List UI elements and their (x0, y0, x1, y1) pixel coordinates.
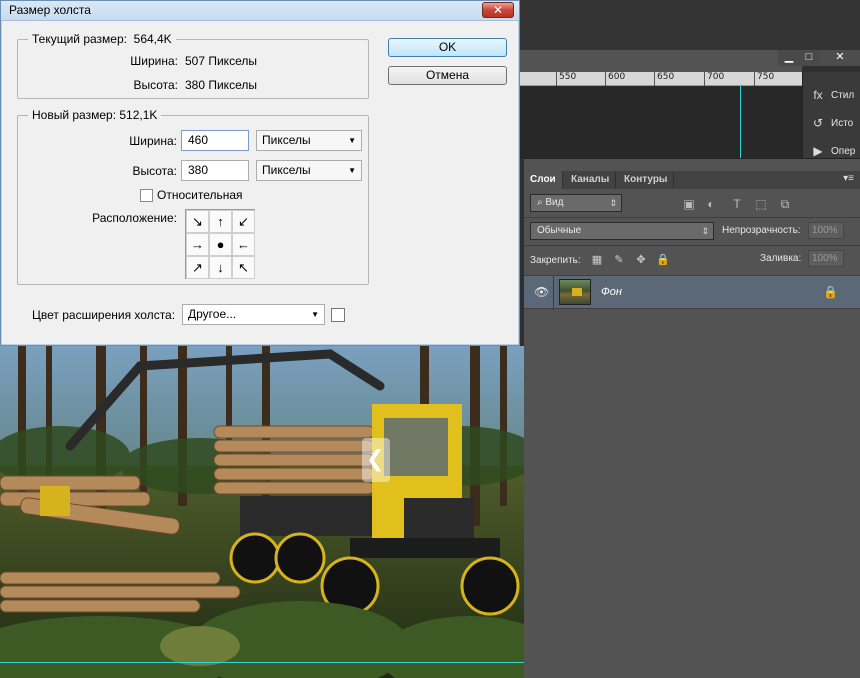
canvas-photo: ❮ (0, 346, 524, 678)
layer-filter-value: ⌕ Вид (537, 197, 564, 208)
chevron-down-icon: ▼ (311, 310, 319, 319)
width-unit-value: Пикселы (262, 133, 311, 147)
anchor-middle-right[interactable]: ← (232, 233, 255, 256)
eye-icon[interactable]: 👁 (534, 285, 549, 299)
minimize-button[interactable]: ▁ (778, 50, 800, 66)
actions-panel-label: Опер (831, 145, 856, 157)
vertical-guide (740, 86, 741, 158)
opacity-field[interactable]: 100% (808, 222, 844, 239)
styles-panel-button[interactable]: fx Стил (811, 84, 854, 106)
smart-object-filter-icon[interactable]: ⧉ (778, 197, 792, 211)
document-tab-bar (520, 50, 802, 72)
relative-checkbox[interactable] (140, 189, 153, 202)
tab-channels[interactable]: Каналы (565, 171, 617, 189)
current-size-value: 564,4K (133, 32, 172, 46)
dialog-titlebar[interactable]: Размер холста ✕ (1, 1, 519, 21)
height-input[interactable]: 380 (181, 160, 249, 181)
anchor-top-right[interactable]: ↙ (232, 210, 255, 233)
history-panel-button[interactable]: ↺ Исто (811, 112, 853, 134)
chevron-down-icon: ▼ (348, 166, 356, 175)
fill-field[interactable]: 100% (808, 250, 844, 267)
window-close-button[interactable]: ✕ (820, 50, 860, 66)
ruler-label: 550 (559, 72, 577, 82)
layer-thumbnail (559, 279, 591, 305)
new-height-label: Высота: (132, 164, 177, 178)
anchor-grid: ↘ ↑ ↙ → ● ← ↗ ↓ ↖ (185, 209, 255, 279)
current-height-value: 380 Пикселы (185, 78, 257, 92)
type-filter-icon[interactable]: T (730, 197, 744, 211)
dialog-title: Размер холста (9, 3, 91, 17)
lock-label: Закрепить: (530, 255, 581, 266)
updown-icon: ⇕ (701, 226, 709, 236)
tab-layers[interactable]: Слои (524, 171, 563, 189)
extension-color-value: Другое... (188, 307, 237, 321)
lock-all-icon[interactable]: 🔒 (656, 253, 670, 267)
layers-panel-tabs: Слои Каналы Контуры (524, 171, 860, 189)
adjustment-filter-icon[interactable]: ◐ (704, 197, 718, 211)
current-width-value: 507 Пикселы (185, 54, 257, 68)
ruler-label: 750 (757, 72, 775, 82)
opacity-label: Непрозрачность: (722, 225, 801, 236)
current-size-title: Текущий размер: 564,4K (28, 32, 176, 46)
layer-row-background[interactable]: 👁 Фон 🔒 (524, 275, 860, 310)
anchor-bottom-left[interactable]: ↗ (186, 256, 209, 279)
pixel-filter-icon[interactable]: ▣ (682, 197, 696, 211)
collapsed-panels: fx Стил ↺ Исто ▶ Опер (802, 72, 860, 158)
layer-name: Фон (601, 286, 622, 298)
lock-position-icon[interactable]: ✥ (634, 253, 648, 267)
extension-color-label: Цвет расширения холста: (32, 308, 176, 322)
current-height-label: Высота: (133, 78, 178, 92)
anchor-top-left[interactable]: ↘ (186, 210, 209, 233)
ruler-label: 600 (608, 72, 626, 82)
width-input[interactable]: 460 (181, 130, 249, 151)
dialog-close-button[interactable]: ✕ (482, 2, 514, 18)
new-width-label: Ширина: (129, 134, 177, 148)
canvas-pasteboard (520, 86, 802, 158)
styles-panel-label: Стил (831, 89, 855, 101)
shape-filter-icon[interactable]: ⬚ (754, 197, 768, 211)
anchor-label: Расположение: (92, 211, 177, 225)
ruler-label: 700 (707, 72, 725, 82)
maximize-button[interactable]: □ (798, 50, 820, 66)
anchor-top-center[interactable]: ↑ (209, 210, 232, 233)
ruler-label: 650 (657, 72, 675, 82)
layer-filter-select[interactable]: ⌕ Вид ⇕ (530, 194, 622, 212)
play-icon: ▶ (813, 144, 823, 158)
lock-image-icon[interactable]: ✎ (612, 253, 626, 267)
history-icon: ↺ (812, 116, 824, 130)
new-size-value: 512,1K (119, 108, 158, 122)
lock-transparent-icon[interactable]: ▦ (590, 253, 604, 267)
tab-paths[interactable]: Контуры (618, 171, 675, 189)
anchor-bottom-center[interactable]: ↓ (209, 256, 232, 279)
cancel-button[interactable]: Отмена (388, 66, 507, 85)
extension-color-swatch[interactable] (331, 308, 345, 322)
current-size-group: Текущий размер: 564,4K Ширина: 507 Пиксе… (17, 32, 369, 99)
width-unit-select[interactable]: Пикселы ▼ (256, 130, 362, 151)
blend-mode-select[interactable]: Обычные ⇕ (530, 222, 714, 240)
horizontal-ruler: 550 600 650 700 750 (520, 72, 802, 86)
forest-forwarder-photo (0, 346, 524, 678)
ok-button[interactable]: OK (388, 38, 507, 57)
relative-label: Относительная (157, 188, 243, 202)
fill-label: Заливка: (760, 253, 802, 264)
height-unit-value: Пикселы (262, 163, 311, 177)
blend-mode-value: Обычные (537, 225, 582, 236)
lock-icon: 🔒 (823, 285, 838, 299)
anchor-middle-left[interactable]: → (186, 233, 209, 256)
panel-menu-icon[interactable]: ▾≡ (843, 173, 854, 184)
canvas-size-dialog: Размер холста ✕ Текущий размер: 564,4K Ш… (0, 0, 520, 346)
history-panel-label: Исто (831, 117, 854, 129)
extension-color-select[interactable]: Другое... ▼ (182, 304, 325, 325)
current-width-label: Ширина: (130, 54, 178, 68)
anchor-bottom-right[interactable]: ↖ (232, 256, 255, 279)
new-size-title: Новый размер: 512,1K (28, 108, 162, 122)
anchor-center[interactable]: ● (209, 233, 232, 256)
chevron-down-icon: ▼ (348, 136, 356, 145)
layers-panel: Слои Каналы Контуры ▾≡ ⌕ Вид ⇕ ▣ ◐ T ⬚ ⧉… (524, 158, 860, 678)
fx-icon: fx (813, 88, 823, 102)
previous-arrow-icon[interactable]: ❮ (366, 446, 384, 472)
horizontal-guide (0, 662, 524, 663)
height-unit-select[interactable]: Пикселы ▼ (256, 160, 362, 181)
updown-icon: ⇕ (609, 198, 617, 208)
